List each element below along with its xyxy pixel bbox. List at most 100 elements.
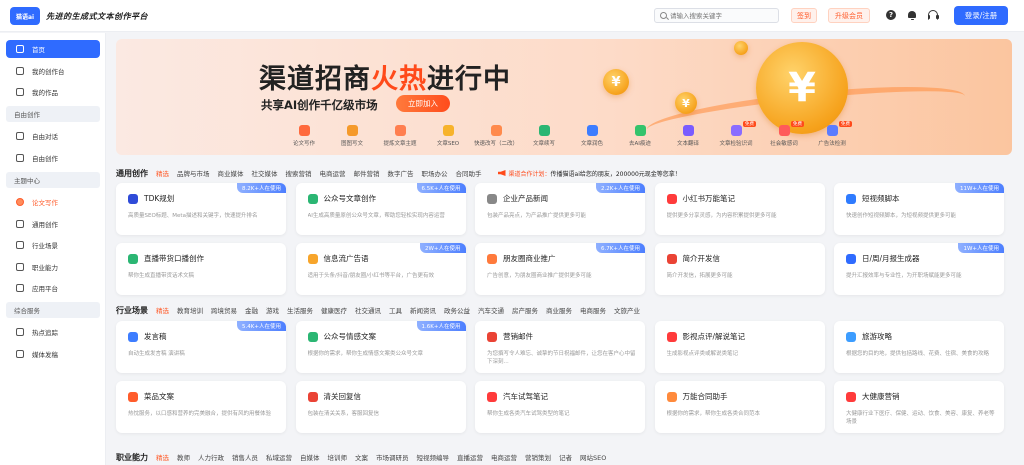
tool-card[interactable]: 公众号情感文案 根据你的需求，帮你生成情感文案类公众号文章 1.6K+人在使用 (295, 321, 466, 373)
category-tab[interactable]: 营销策划 (525, 452, 551, 462)
sidebar-item-free-chat[interactable]: 自由对话 (6, 127, 100, 145)
banner-tool-item[interactable]: 文章SEO (423, 125, 473, 147)
bell-icon[interactable] (907, 10, 917, 20)
category-tab[interactable]: 文案 (355, 452, 368, 462)
brand-logo[interactable]: 猫语ai (10, 7, 40, 25)
category-tab[interactable]: 销售人员 (232, 452, 258, 462)
sidebar-item-home[interactable]: 首页 (6, 40, 100, 58)
category-tab[interactable]: 电商服务 (580, 305, 606, 315)
category-tab[interactable]: 健康医疗 (321, 305, 347, 315)
signin-button[interactable]: 签到 (791, 8, 817, 23)
category-tab[interactable]: 教育培训 (177, 305, 203, 315)
banner-tool-item[interactable]: 文本翻译 (663, 125, 713, 147)
category-tab[interactable]: 网站SEO (580, 452, 606, 462)
tool-card[interactable]: 短视频脚本 快速创作短视频脚本，为短视频提供更多可能 11W+人在使用 (834, 183, 1004, 235)
search-icon[interactable] (660, 12, 667, 19)
banner-tool-item[interactable]: 文章润色 (567, 125, 617, 147)
tool-card[interactable]: 万能合同助手 根据你的需求，帮你生成各类合同范本 (654, 381, 825, 433)
category-tab[interactable]: 政务公益 (444, 305, 470, 315)
tool-card[interactable]: 信息流广告语 适用于头条/抖音/朋友圈/小红书等平台，广告更有效 2W+人在使用 (295, 243, 466, 295)
category-tab[interactable]: 职场办公 (422, 168, 448, 178)
help-icon[interactable]: ? (886, 10, 896, 20)
category-tab[interactable]: 直播运营 (457, 452, 483, 462)
category-tab[interactable]: 品牌与市场 (177, 168, 210, 178)
tool-card[interactable]: 日/周/月报生成器 提升汇报效率与专业性，为开职场赋能更多可能 1W+人在使用 (834, 243, 1004, 295)
category-tab[interactable]: 精选 (156, 305, 169, 315)
category-tab[interactable]: 金融 (245, 305, 258, 315)
banner-tool-item[interactable]: 广告法检测 免费 (807, 121, 857, 147)
sidebar-item-essay[interactable]: 论文写作 (6, 193, 100, 211)
tool-card[interactable]: 直播带货口播创作 帮你生成直播带货话术文稿 (116, 243, 286, 295)
sidebar-item-industry[interactable]: 行业场景 (6, 236, 100, 254)
banner-tool-item[interactable]: 提炼文章主题 (375, 125, 425, 147)
category-tab[interactable]: 商业服务 (546, 305, 572, 315)
category-tab[interactable]: 数字广告 (388, 168, 414, 178)
join-now-button[interactable]: 立即加入 (396, 95, 450, 112)
category-tab[interactable]: 房产服务 (512, 305, 538, 315)
category-tab[interactable]: 短视频编导 (417, 452, 450, 462)
search-box[interactable] (654, 8, 779, 23)
category-tab[interactable]: 电商运营 (491, 452, 517, 462)
headset-icon[interactable] (927, 10, 939, 20)
tool-card[interactable]: 大健康营销 大健康行业下医疗、保健、运动、饮食、美容、康复、养老等场景 (834, 381, 1004, 433)
tool-card[interactable]: 朋友圈商业推广 广告创意，为朋友圈商业推广提供更多可能 6.7K+人在使用 (475, 243, 645, 295)
category-tab[interactable]: 私域运营 (266, 452, 292, 462)
category-tab[interactable]: 人力行政 (198, 452, 224, 462)
tool-card[interactable]: 小红书万能笔记 提供更多分享灵感，为内容积累提供更多可能 (654, 183, 825, 235)
usage-badge: 1.6K+人在使用 (416, 321, 466, 331)
category-tab[interactable]: 合同助手 (456, 168, 482, 178)
category-tab[interactable]: 搜索营销 (286, 168, 312, 178)
partner-notice[interactable]: 渠道合作计划： 传播猫语ai给您的朋友，200000元现金等您拿！ (497, 169, 681, 178)
tool-card[interactable]: 企业产品新闻 包装产品亮点，为产品推广提供更多可能 2.2K+人在使用 (475, 183, 645, 235)
category-tab[interactable]: 精选 (156, 168, 169, 178)
tool-card[interactable]: TDK规划 高质量SEO标题、Meta描述和关键字，快速提升排名 8.2K+人在使用 (116, 183, 286, 235)
banner-tool-item[interactable]: 快速改写（二改） (471, 125, 521, 147)
sidebar-item-career[interactable]: 职业能力 (6, 258, 100, 276)
category-tab[interactable]: 新闻资讯 (410, 305, 436, 315)
category-tab[interactable]: 生活服务 (287, 305, 313, 315)
tool-card[interactable]: 公众号文章创作 AI生成高质量原创公众号文章，帮助您轻松实现内容运营 6.5K+人在… (295, 183, 466, 235)
banner-tool-item[interactable]: 社会敏感词 免费 (759, 121, 809, 147)
category-tab[interactable]: 商业媒体 (218, 168, 244, 178)
category-tab[interactable]: 文旅产业 (614, 305, 640, 315)
category-tab[interactable]: 电商运营 (320, 168, 346, 178)
category-tab[interactable]: 自媒体 (300, 452, 320, 462)
banner-tool-item[interactable]: 去AI痕迹 (615, 125, 665, 147)
search-input[interactable] (670, 10, 775, 21)
category-tab[interactable]: 社交媒体 (252, 168, 278, 178)
sidebar-item-free-create[interactable]: 自由创作 (6, 149, 100, 167)
tool-card[interactable]: 发言稿 自动生成发言稿 演讲稿 5.4K+人在使用 (116, 321, 286, 373)
coin-icon: ¥ (603, 69, 629, 95)
sidebar-item-my-works[interactable]: 我的作品 (6, 83, 100, 101)
category-tab[interactable]: 汽车交通 (478, 305, 504, 315)
banner-tool-item[interactable]: 图图写文 (327, 125, 377, 147)
category-tab[interactable]: 工具 (389, 305, 402, 315)
tool-card[interactable]: 旅游攻略 根据您的目的地，提供包括路线、花费、住宿、美食的攻略 (834, 321, 1004, 373)
sidebar-item-hot-trending[interactable]: 热点追踪 (6, 323, 100, 341)
category-tab[interactable]: 培训师 (328, 452, 348, 462)
sidebar-item-media-pub[interactable]: 媒体发稿 (6, 345, 100, 363)
category-tab[interactable]: 精选 (156, 452, 169, 462)
banner-tool-item[interactable]: 文章检验识词 免费 (711, 121, 761, 147)
upgrade-vip-button[interactable]: 升级会员 (828, 8, 870, 23)
sidebar-item-general[interactable]: 通用创作 (6, 215, 100, 233)
category-tab[interactable]: 市场调研员 (376, 452, 409, 462)
login-register-button[interactable]: 登录/注册 (954, 6, 1008, 25)
banner-tool-item[interactable]: 论文写作 (279, 125, 329, 147)
category-tab[interactable]: 社交通讯 (355, 305, 381, 315)
tool-card[interactable]: 清关回复信 包装在清关关系，客服回复信 (295, 381, 466, 433)
tool-card[interactable]: 简介开发信 简介开发信，拓展更多可能 (654, 243, 825, 295)
category-tab[interactable]: 游戏 (266, 305, 279, 315)
tool-card[interactable]: 汽车试驾笔记 帮你生成各类汽车试驾类型的笔记 (475, 381, 645, 433)
sidebar-item-my-workbench[interactable]: 我的创作台 (6, 62, 100, 80)
category-tab[interactable]: 邮件营销 (354, 168, 380, 178)
tool-card[interactable]: 影视点评/解说笔记 生成影视点评类或解说类笔记 (654, 321, 825, 373)
tool-card[interactable]: 营销邮件 为您撰写令人难忘、诚挚的节日祝福邮件，让您在客户心中留下深刻... (475, 321, 645, 373)
category-tab[interactable]: 记者 (559, 452, 572, 462)
promo-banner[interactable]: ¥ ¥ ¥ 渠道招商火热进行中 共享AI创作千亿级市场 立即加入 论文写作 图图写… (116, 39, 1012, 155)
banner-tool-item[interactable]: 文章续写 (519, 125, 569, 147)
sidebar-item-apps[interactable]: 应用平台 (6, 279, 100, 297)
category-tab[interactable]: 跨境贸易 (211, 305, 237, 315)
category-tab[interactable]: 教师 (177, 452, 190, 462)
tool-card[interactable]: 菜品文案 热忱服务，以口感和营养的完美融合，提供有风的用餐体验 (116, 381, 286, 433)
